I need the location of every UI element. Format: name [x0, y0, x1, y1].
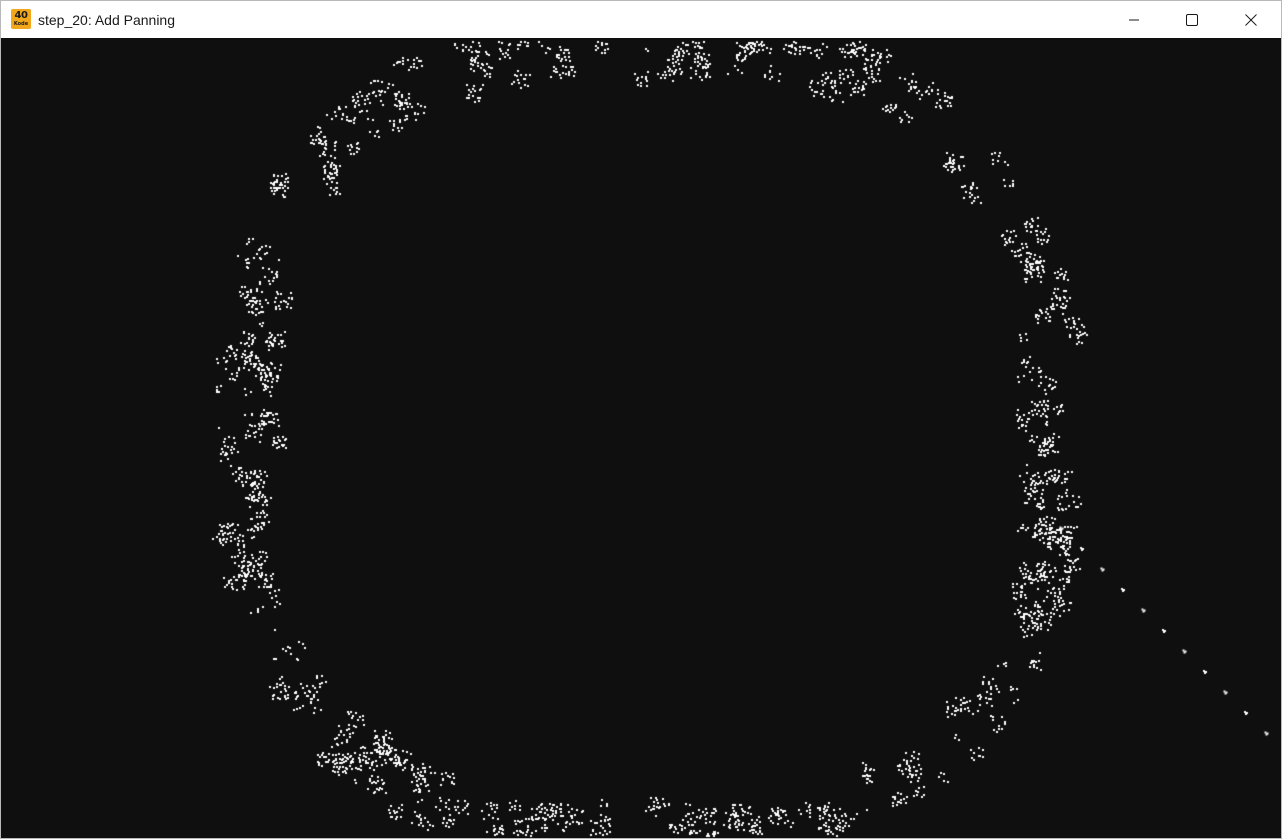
maximize-icon: [1186, 13, 1198, 26]
minimize-icon: [1129, 19, 1139, 20]
minimize-button[interactable]: [1105, 1, 1163, 38]
app-logo-text-bottom: Kode: [13, 21, 29, 27]
close-button[interactable]: [1222, 1, 1280, 38]
game-of-life-grid[interactable]: [1, 38, 1281, 838]
title-bar[interactable]: 40 Kode step_20: Add Panning: [1, 1, 1281, 38]
window-title: step_20: Add Panning: [38, 12, 176, 28]
close-icon: [1245, 13, 1257, 26]
simulation-canvas[interactable]: [1, 38, 1281, 838]
app-window: 40 Kode step_20: Add Panning: [0, 0, 1282, 839]
app-logo-icon[interactable]: 40 Kode: [11, 9, 31, 29]
maximize-button[interactable]: [1163, 1, 1221, 38]
app-logo-text-top: 40: [14, 10, 28, 21]
